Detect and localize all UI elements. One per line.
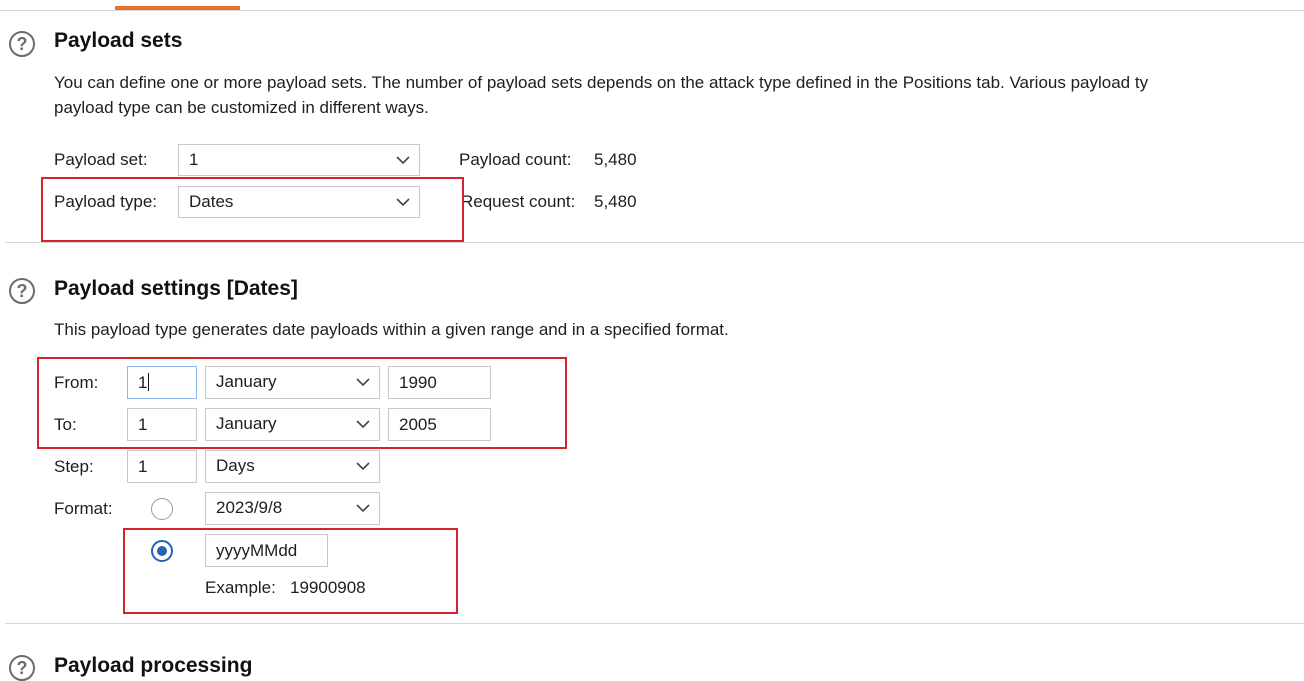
from-day-value: 1	[138, 373, 148, 392]
tab-bar	[0, 0, 1304, 11]
from-month-value: January	[216, 372, 277, 391]
to-year-input[interactable]: 2005	[388, 408, 491, 441]
from-month-dropdown[interactable]: January	[205, 366, 380, 399]
help-circle-icon[interactable]: ?	[9, 278, 35, 304]
format-label: Format:	[54, 499, 113, 518]
to-label: To:	[54, 415, 77, 434]
help-circle-icon[interactable]: ?	[9, 655, 35, 681]
section-divider	[5, 623, 1304, 624]
payload-type-dropdown[interactable]: Dates	[178, 186, 420, 218]
to-month-value: January	[216, 414, 277, 433]
request-count-label: Request count:	[461, 192, 576, 211]
format-preset-dropdown[interactable]: 2023/9/8	[205, 492, 380, 525]
to-month-dropdown[interactable]: January	[205, 408, 380, 441]
section-title-payload-sets: Payload sets	[54, 29, 183, 52]
step-unit-dropdown[interactable]: Days	[205, 450, 380, 483]
step-value-input[interactable]: 1	[127, 450, 197, 483]
payload-sets-description-line2: payload type can be customized in differ…	[54, 98, 429, 117]
format-custom-radio[interactable]	[151, 540, 173, 562]
from-day-input[interactable]: 1	[127, 366, 197, 399]
chevron-down-icon	[356, 462, 370, 471]
format-example-label: Example:	[205, 578, 276, 597]
payload-set-value: 1	[189, 150, 199, 169]
text-caret	[148, 373, 150, 391]
to-year-value: 2005	[399, 415, 437, 434]
section-divider	[5, 242, 1304, 243]
active-tab-indicator	[115, 6, 240, 10]
payload-count-value: 5,480	[594, 150, 637, 169]
chevron-down-icon	[396, 156, 410, 165]
request-count-value: 5,480	[594, 192, 637, 211]
from-label: From:	[54, 373, 99, 392]
chevron-down-icon	[356, 504, 370, 513]
from-year-value: 1990	[399, 373, 437, 392]
format-preset-value: 2023/9/8	[216, 498, 283, 517]
payload-sets-description-line1: You can define one or more payload sets.…	[54, 73, 1149, 92]
format-preset-radio[interactable]	[151, 498, 173, 520]
chevron-down-icon	[396, 198, 410, 207]
step-label: Step:	[54, 457, 94, 476]
payload-count-label: Payload count:	[459, 150, 572, 169]
chevron-down-icon	[356, 420, 370, 429]
section-title-payload-processing: Payload processing	[54, 654, 253, 677]
payload-settings-description: This payload type generates date payload…	[54, 320, 729, 339]
payload-type-label: Payload type:	[54, 192, 158, 211]
format-example-value: 19900908	[290, 578, 366, 597]
step-unit-value: Days	[216, 456, 255, 475]
payload-type-value: Dates	[189, 192, 234, 211]
format-custom-input[interactable]: yyyyMMdd	[205, 534, 328, 567]
step-value: 1	[138, 457, 148, 476]
help-circle-icon[interactable]: ?	[9, 31, 35, 57]
format-custom-value: yyyyMMdd	[216, 541, 298, 560]
to-day-input[interactable]: 1	[127, 408, 197, 441]
from-year-input[interactable]: 1990	[388, 366, 491, 399]
chevron-down-icon	[356, 378, 370, 387]
section-title-payload-settings: Payload settings [Dates]	[54, 277, 298, 300]
payload-set-label: Payload set:	[54, 150, 148, 169]
payload-set-dropdown[interactable]: 1	[178, 144, 420, 176]
to-day-value: 1	[138, 415, 148, 434]
